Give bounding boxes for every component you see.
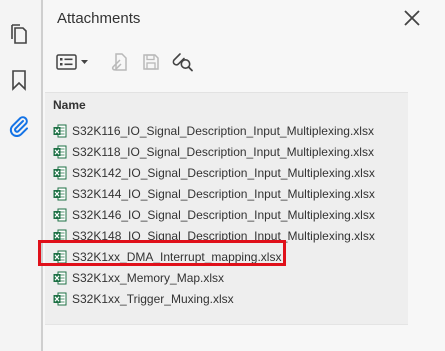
attachment-row[interactable]: S32K1xx_Memory_Map.xlsx <box>45 267 408 288</box>
excel-file-icon <box>53 292 67 306</box>
navigation-rail <box>0 0 41 351</box>
options-menu-icon <box>55 52 91 77</box>
attachment-file-name: S32K116_IO_Signal_Description_Input_Mult… <box>72 123 374 138</box>
excel-file-icon <box>53 145 67 159</box>
attachment-file-name: S32K1xx_Trigger_Muxing.xlsx <box>72 291 234 306</box>
attachment-row[interactable]: S32K1xx_Trigger_Muxing.xlsx <box>45 288 408 309</box>
excel-file-icon <box>53 271 67 285</box>
list-bottom-divider <box>45 324 408 325</box>
paperclip-icon <box>8 115 30 137</box>
bookmarks-button[interactable] <box>5 66 33 94</box>
excel-file-icon <box>53 166 67 180</box>
excel-file-icon <box>53 124 67 138</box>
attachments-panel: Attachments Name S32K116_IO_Signal_Descr… <box>43 0 445 351</box>
pages-thumbnails-button[interactable] <box>5 20 33 48</box>
attachment-row[interactable]: S32K144_IO_Signal_Description_Input_Mult… <box>45 183 408 204</box>
excel-file-icon <box>53 187 67 201</box>
attachment-row[interactable]: S32K142_IO_Signal_Description_Input_Mult… <box>45 162 408 183</box>
options-menu-button[interactable] <box>53 49 93 79</box>
add-attachment-button[interactable] <box>105 49 133 79</box>
attachment-row[interactable]: S32K146_IO_Signal_Description_Input_Mult… <box>45 204 408 225</box>
attachment-row[interactable]: S32K116_IO_Signal_Description_Input_Mult… <box>45 120 408 141</box>
save-attachment-button[interactable] <box>137 49 165 79</box>
attachment-file-name: S32K1xx_Memory_Map.xlsx <box>72 270 225 285</box>
close-panel-button[interactable] <box>401 9 423 31</box>
attachment-row[interactable]: S32K118_IO_Signal_Description_Input_Mult… <box>45 141 408 162</box>
save-icon <box>141 52 161 77</box>
attachments-toolbar <box>53 49 253 79</box>
excel-file-icon <box>53 208 67 222</box>
attachments-list: Name S32K116_IO_Signal_Description_Input… <box>45 92 408 324</box>
bookmark-icon <box>11 69 27 91</box>
search-attachments-button[interactable] <box>167 49 199 79</box>
copy-pages-icon <box>9 23 29 45</box>
file-rows: S32K116_IO_Signal_Description_Input_Mult… <box>45 120 408 309</box>
panel-title: Attachments <box>57 10 141 27</box>
attach-file-icon <box>108 51 130 78</box>
attachments-button[interactable] <box>5 112 33 140</box>
name-column-header[interactable]: Name <box>53 98 86 112</box>
attachment-file-name: S32K144_IO_Signal_Description_Input_Mult… <box>72 186 375 201</box>
search-attachments-icon <box>170 51 196 78</box>
attachment-file-name: S32K146_IO_Signal_Description_Input_Mult… <box>72 207 375 222</box>
close-icon <box>403 9 421 32</box>
attachment-file-name: S32K142_IO_Signal_Description_Input_Mult… <box>72 165 375 180</box>
panel-margin <box>408 92 445 351</box>
highlight-box <box>38 240 286 266</box>
attachment-file-name: S32K118_IO_Signal_Description_Input_Mult… <box>72 144 374 159</box>
